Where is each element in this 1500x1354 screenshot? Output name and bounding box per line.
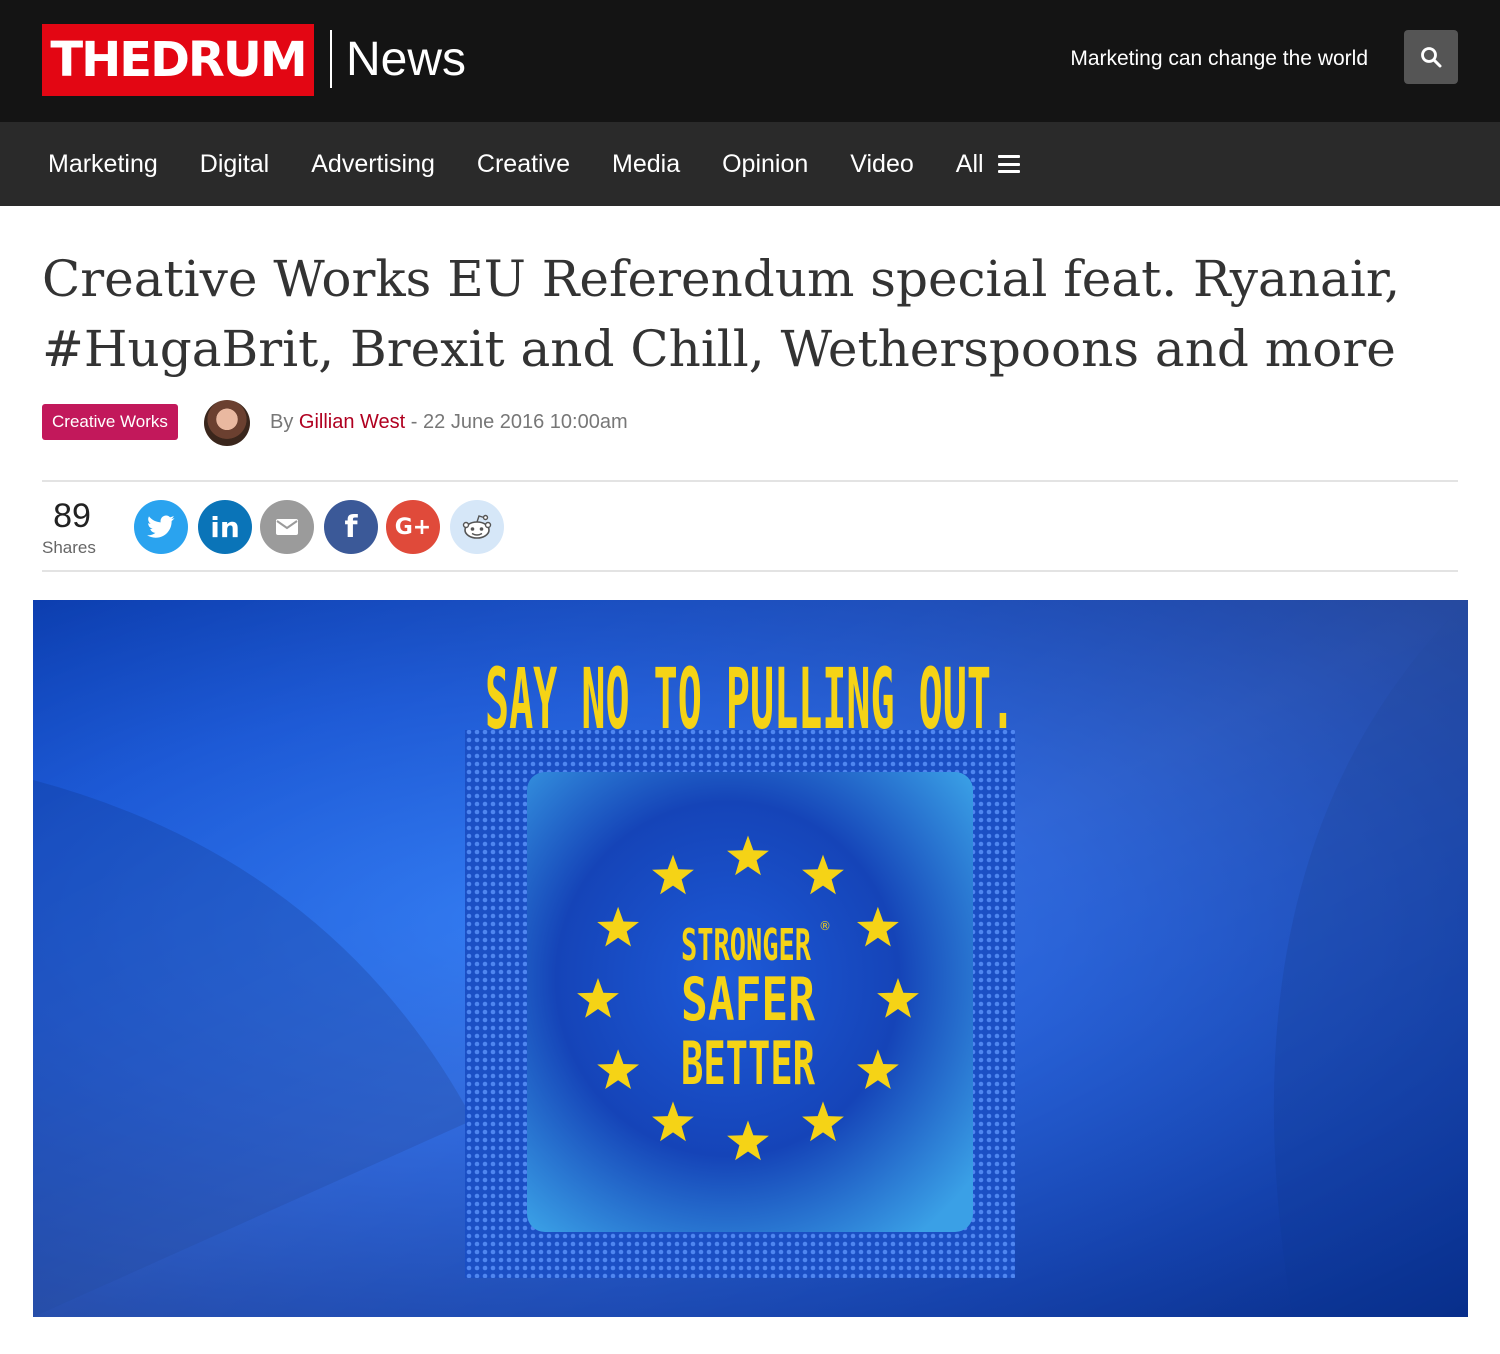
share-label: Shares (42, 538, 96, 557)
google-plus-share-button[interactable]: G+ (386, 500, 440, 554)
hero-illustration: SAY NO TO PULLING OUT. STRONGER ® SAFER … (33, 600, 1468, 1317)
nav-item-advertising[interactable]: Advertising (311, 150, 435, 179)
nav-item-digital[interactable]: Digital (200, 150, 269, 179)
search-button[interactable] (1404, 30, 1458, 84)
section-title[interactable]: News (346, 32, 466, 88)
google-plus-icon: G+ (394, 514, 432, 540)
author-avatar[interactable] (204, 400, 250, 446)
facebook-icon: f (344, 509, 358, 545)
email-share-button[interactable] (260, 500, 314, 554)
registered-mark: ® (819, 919, 831, 933)
search-icon (1421, 47, 1442, 68)
nav-item-video[interactable]: Video (850, 150, 914, 179)
reddit-icon (462, 514, 492, 539)
linkedin-share-button[interactable]: in (198, 500, 252, 554)
reddit-share-button[interactable] (450, 500, 504, 554)
slogan-stronger: STRONGER (681, 920, 811, 971)
nav-all-menu[interactable]: All (956, 150, 1020, 179)
hamburger-icon (997, 155, 1020, 173)
twitter-icon (147, 515, 175, 538)
nav-item-creative[interactable]: Creative (477, 150, 570, 179)
site-header: THEDRUM News Marketing can change the wo… (0, 0, 1500, 122)
hero-image: SAY NO TO PULLING OUT. STRONGER ® SAFER … (33, 600, 1468, 1317)
email-icon (276, 519, 298, 535)
site-tagline: Marketing can change the world (1070, 47, 1368, 70)
byline-separator: - (410, 411, 418, 433)
publish-date: 22 June 2016 10:00am (423, 411, 628, 433)
twitter-share-button[interactable] (134, 500, 188, 554)
byline: By Gillian West - 22 June 2016 10:00am (270, 411, 628, 434)
by-prefix: By (270, 411, 294, 433)
facebook-share-button[interactable]: f (324, 500, 378, 554)
nav-all-label: All (955, 149, 984, 178)
divider-top (42, 480, 1458, 482)
slogan-better: BETTER (681, 1029, 816, 1099)
nav-item-marketing[interactable]: Marketing (48, 150, 158, 179)
divider-bottom (42, 570, 1458, 572)
share-count: 89 (53, 497, 91, 535)
logo-text: THEDRUM (50, 32, 307, 88)
linkedin-icon: in (210, 510, 240, 544)
nav-item-opinion[interactable]: Opinion (722, 150, 808, 179)
nav-list: Marketing Digital Advertising Creative M… (48, 122, 1020, 206)
author-link[interactable]: Gillian West (299, 411, 405, 433)
main-nav: Marketing Digital Advertising Creative M… (0, 122, 1500, 206)
nav-item-media[interactable]: Media (612, 150, 680, 179)
category-tag[interactable]: Creative Works (42, 404, 178, 440)
site-logo[interactable]: THEDRUM (42, 24, 314, 96)
article-title: Creative Works EU Referendum special fea… (42, 250, 1401, 378)
slogan-safer: SAFER (681, 965, 816, 1035)
logo-divider (330, 30, 332, 88)
